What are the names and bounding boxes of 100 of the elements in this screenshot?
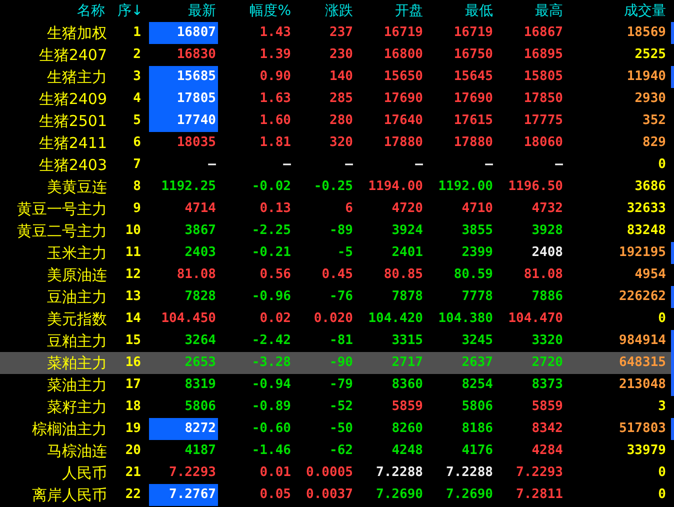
latest-price: 4714 bbox=[184, 200, 217, 218]
table-cell-text: 0.90 bbox=[258, 68, 292, 86]
table-cell-text: 7878 bbox=[390, 288, 424, 306]
table-cell-text: 17640 bbox=[382, 112, 424, 130]
table-cell-text: 7.2288 bbox=[445, 464, 494, 482]
volume-cell-text: 4954 bbox=[634, 266, 667, 284]
volume-cell-text: 0 bbox=[657, 156, 667, 174]
table-cell-text: -1.46 bbox=[250, 442, 292, 460]
table-cell-text: 6 bbox=[344, 200, 354, 218]
latest-price: 16830 bbox=[176, 46, 217, 64]
table-cell-text: 80.85 bbox=[382, 266, 424, 284]
volume-cell-text: 2930 bbox=[634, 90, 667, 108]
column-header[interactable]: 成交量 bbox=[565, 0, 668, 22]
table-cell-text: 8254 bbox=[460, 376, 494, 394]
volume-cell-text: 18569 bbox=[626, 24, 667, 42]
latest-price: 1192.25 bbox=[160, 178, 217, 196]
table-cell-text: 7.2690 bbox=[375, 486, 424, 504]
instrument-name: 菜油主力 bbox=[46, 375, 107, 396]
table-cell-text: -0.89 bbox=[250, 398, 292, 416]
latest-price: 3867 bbox=[184, 222, 217, 240]
table-cell-text: 15650 bbox=[382, 68, 424, 86]
latest-price: 8272 bbox=[149, 418, 218, 440]
table-cell-text: 15645 bbox=[452, 68, 494, 86]
column-header[interactable]: 幅度% bbox=[218, 0, 293, 22]
table-cell-text: -0.02 bbox=[250, 178, 292, 196]
table-cell-text: 80.59 bbox=[452, 266, 494, 284]
table-cell-text: 17880 bbox=[452, 134, 494, 152]
table-cell-text: 17690 bbox=[382, 90, 424, 108]
volume-cell-text: 33979 bbox=[626, 442, 667, 460]
table-cell-text: 15805 bbox=[522, 68, 564, 86]
table-cell-text: 140 bbox=[328, 68, 354, 86]
row-number: 22 bbox=[124, 486, 142, 504]
table-cell-text: 7.2690 bbox=[445, 486, 494, 504]
row-number: 20 bbox=[124, 442, 142, 460]
latest-price: 17805 bbox=[149, 88, 218, 110]
column-header[interactable]: 名称 bbox=[0, 0, 107, 22]
table-cell-text: 1192.00 bbox=[437, 178, 494, 196]
table-cell-text: 4284 bbox=[530, 442, 564, 460]
table-cell-text: 1.81 bbox=[258, 134, 292, 152]
table-cell-text: 0.0005 bbox=[305, 464, 354, 482]
instrument-name: 人民币 bbox=[61, 463, 107, 484]
volume-cell-text: 2525 bbox=[634, 46, 667, 64]
row-number: 17 bbox=[124, 376, 142, 394]
instrument-name: 美原油连 bbox=[46, 265, 107, 286]
column-header[interactable]: 开盘 bbox=[355, 0, 425, 22]
row-number: 15 bbox=[124, 332, 142, 350]
row-number: 19 bbox=[124, 420, 142, 438]
table-cell-text: 8186 bbox=[460, 420, 494, 438]
table-cell-text: 17880 bbox=[382, 134, 424, 152]
table-cell-text: 7.2293 bbox=[515, 464, 564, 482]
table-cell-text: 3245 bbox=[460, 332, 494, 350]
instrument-name: 马棕油连 bbox=[46, 441, 107, 462]
row-number: 5 bbox=[132, 112, 142, 130]
row-number: 12 bbox=[124, 266, 142, 284]
volume-cell-text: 32633 bbox=[626, 200, 667, 218]
volume-cell-text: 0 bbox=[657, 486, 667, 504]
table-cell-text: 104.380 bbox=[437, 310, 494, 328]
volume-cell-text: 0 bbox=[657, 310, 667, 328]
column-header[interactable]: 最低 bbox=[425, 0, 495, 22]
volume-cell-text: 352 bbox=[642, 112, 667, 130]
table-cell-text: 280 bbox=[328, 112, 354, 130]
latest-price: 3264 bbox=[184, 332, 217, 350]
table-cell-text: -0.96 bbox=[250, 288, 292, 306]
table-cell-text: 8260 bbox=[390, 420, 424, 438]
row-number: 6 bbox=[132, 134, 142, 152]
volume-cell-text: 11940 bbox=[626, 68, 667, 86]
table-cell-text: — bbox=[414, 156, 424, 174]
row-number: 9 bbox=[132, 200, 142, 218]
table-cell-text: 81.08 bbox=[522, 266, 564, 284]
instrument-name: 豆油主力 bbox=[46, 287, 107, 308]
column-header[interactable]: 序↓ bbox=[107, 0, 145, 22]
table-cell-text: -0.25 bbox=[312, 178, 354, 196]
table-cell-text: 3315 bbox=[390, 332, 424, 350]
instrument-name: 生猪加权 bbox=[46, 23, 107, 44]
table-cell-text: -52 bbox=[328, 398, 354, 416]
table-cell-text: 1196.50 bbox=[507, 178, 564, 196]
table-cell-text: -50 bbox=[328, 420, 354, 438]
instrument-name: 生猪主力 bbox=[46, 67, 107, 88]
latest-price: 7828 bbox=[184, 288, 217, 306]
instrument-name: 生猪2411 bbox=[38, 133, 107, 154]
column-header[interactable]: 最新 bbox=[145, 0, 218, 22]
table-cell-text: 0.02 bbox=[258, 310, 292, 328]
table-cell-text: 1.43 bbox=[258, 24, 292, 42]
table-cell-text: 5859 bbox=[390, 398, 424, 416]
table-cell-text: 0.45 bbox=[320, 266, 354, 284]
table-cell-text: -5 bbox=[336, 244, 354, 262]
latest-price: 16807 bbox=[149, 22, 218, 44]
column-header[interactable]: 涨跌 bbox=[293, 0, 355, 22]
table-cell-text: 8342 bbox=[530, 420, 564, 438]
table-cell-text: 4176 bbox=[460, 442, 494, 460]
column-header[interactable]: 最高 bbox=[495, 0, 565, 22]
table-cell-text: -3.28 bbox=[250, 354, 292, 372]
volume-cell-text: 517803 bbox=[618, 420, 667, 438]
volume-cell-text: 213048 bbox=[618, 376, 667, 394]
instrument-name: 菜粕主力 bbox=[46, 353, 107, 374]
table-cell-text: 2637 bbox=[460, 354, 494, 372]
table-cell-text: 17775 bbox=[522, 112, 564, 130]
table-cell-text: -89 bbox=[328, 222, 354, 240]
instrument-name: 美黄豆连 bbox=[46, 177, 107, 198]
table-cell-text: -2.25 bbox=[250, 222, 292, 240]
